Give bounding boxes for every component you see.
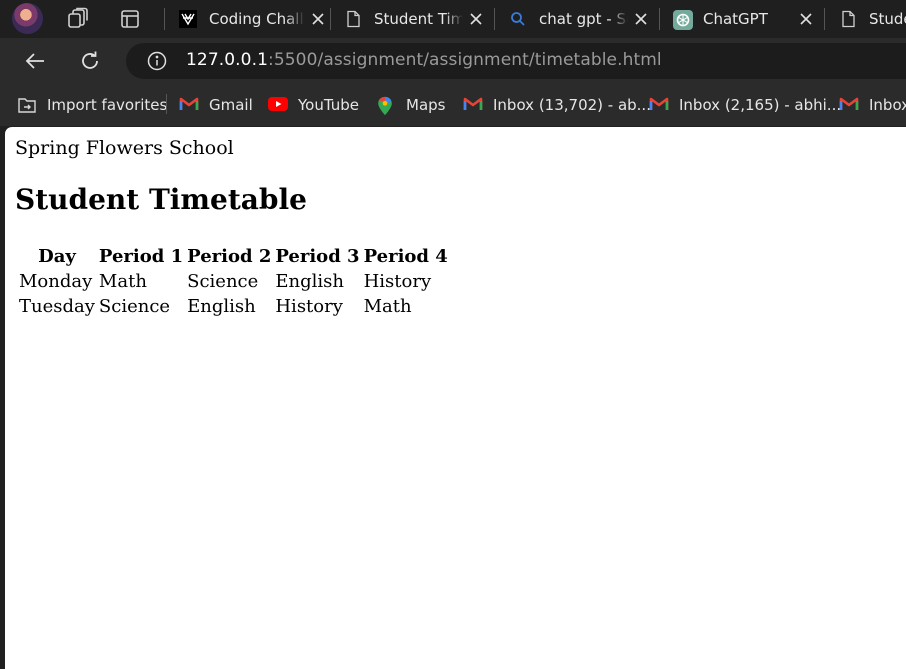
favorite-label: YouTube — [298, 96, 359, 114]
search-icon — [509, 10, 527, 28]
tab-separator — [824, 8, 825, 30]
tab-title: ChatGPT — [703, 10, 768, 28]
refresh-icon[interactable] — [78, 49, 102, 73]
page-title: Student Timetable — [15, 183, 307, 216]
table-cell: Math — [98, 271, 147, 292]
code-logo-icon — [179, 10, 197, 28]
profile-avatar[interactable] — [12, 3, 43, 34]
close-tab-icon[interactable] — [311, 12, 325, 26]
tab-strip: Coding Challenges Student Timetable chat… — [0, 0, 906, 38]
favorite-gmail[interactable]: Gmail — [179, 94, 253, 116]
table-cell: History — [363, 271, 432, 292]
table-header-row: Day Period 1 Period 2 Period 3 Period 4 — [18, 245, 449, 268]
favorite-label: Inbox (13,702) - ab... — [493, 96, 651, 114]
table-cell: Math — [363, 296, 412, 317]
url-host: 127.0.0.1 — [186, 50, 269, 70]
favorite-import-favorites[interactable]: Import favorites — [17, 94, 167, 116]
import-favorites-icon — [17, 96, 37, 114]
column-header-period-2: Period 2 — [187, 246, 272, 267]
gmail-icon — [463, 96, 483, 114]
address-bar[interactable]: 127.0.0.1:5500/assignment/assignment/tim… — [126, 43, 906, 79]
tab-separator — [494, 8, 495, 30]
table-row: Monday Math Science English History — [18, 270, 449, 293]
back-arrow-icon[interactable] — [23, 49, 47, 73]
table-row: Tuesday Science English History Math — [18, 295, 449, 318]
close-tab-icon[interactable] — [634, 12, 648, 26]
favorites-bar: Import favorites Gmail YouTube Maps Inbo… — [0, 84, 906, 126]
workspaces-icon[interactable] — [64, 5, 92, 33]
tab-separator — [330, 8, 331, 30]
document-icon — [344, 10, 362, 28]
favorite-label: Import favorites — [47, 96, 168, 114]
gmail-icon — [649, 96, 669, 114]
favorite-inbox-3[interactable]: Inbox — [839, 94, 906, 116]
table-cell: Tuesday — [19, 296, 95, 317]
gmail-icon — [839, 96, 859, 114]
column-header-day: Day — [38, 246, 76, 267]
tab-title: Student Timetable — [869, 10, 906, 28]
page-viewport: Spring Flowers School Student Timetable … — [5, 127, 906, 669]
gmail-icon — [179, 96, 199, 114]
document-icon — [839, 10, 857, 28]
favorite-label: Gmail — [209, 96, 253, 114]
table-cell: English — [275, 271, 344, 292]
tab-chatgpt-search[interactable]: chat gpt - Search — [509, 0, 648, 38]
tab-separator — [164, 8, 165, 30]
table-cell: History — [275, 296, 343, 317]
url-path: :5500/assignment/assignment/timetable.ht… — [268, 50, 662, 70]
favorite-label: Inbox (2,165) - abhi... — [679, 96, 842, 114]
chatgpt-logo-icon — [673, 10, 693, 30]
table-cell: Science — [187, 271, 259, 292]
favorite-inbox-1[interactable]: Inbox (13,702) - ab... — [463, 94, 651, 116]
favorite-label: Inbox — [869, 96, 906, 114]
close-tab-icon[interactable] — [799, 12, 813, 26]
tab-title: Coding Challenges — [209, 10, 305, 28]
column-header-period-4: Period 4 — [363, 246, 448, 267]
column-header-period-3: Period 3 — [275, 246, 360, 267]
maps-pin-icon — [376, 96, 396, 116]
favorite-inbox-2[interactable]: Inbox (2,165) - abhi... — [649, 94, 841, 116]
tab-chatgpt[interactable]: ChatGPT — [673, 0, 813, 38]
tab-separator — [659, 8, 660, 30]
tab-student-timetable-2[interactable]: Student Timetable — [839, 0, 906, 38]
tab-title: chat gpt - Search — [539, 10, 628, 28]
timetable: Day Period 1 Period 2 Period 3 Period 4 … — [16, 243, 451, 320]
navigation-bar: 127.0.0.1:5500/assignment/assignment/tim… — [0, 38, 906, 84]
youtube-icon — [268, 96, 288, 114]
table-cell: Science — [98, 296, 171, 317]
table-cell: English — [187, 296, 256, 317]
tab-coding-challenges[interactable]: Coding Challenges — [179, 0, 325, 38]
column-header-period-1: Period 1 — [98, 246, 184, 267]
favorite-label: Maps — [406, 96, 446, 114]
tab-title: Student Timetable — [374, 10, 463, 28]
favorites-separator — [166, 94, 167, 114]
url-text[interactable]: 127.0.0.1:5500/assignment/assignment/tim… — [186, 50, 662, 70]
favorite-maps[interactable]: Maps — [376, 94, 445, 116]
tab-student-timetable[interactable]: Student Timetable — [344, 0, 483, 38]
table-cell: Monday — [19, 271, 93, 292]
site-info-icon[interactable] — [146, 50, 168, 72]
tab-actions-icon[interactable] — [116, 5, 144, 33]
close-tab-icon[interactable] — [469, 12, 483, 26]
school-name: Spring Flowers School — [15, 137, 234, 159]
favorite-youtube[interactable]: YouTube — [268, 94, 359, 116]
